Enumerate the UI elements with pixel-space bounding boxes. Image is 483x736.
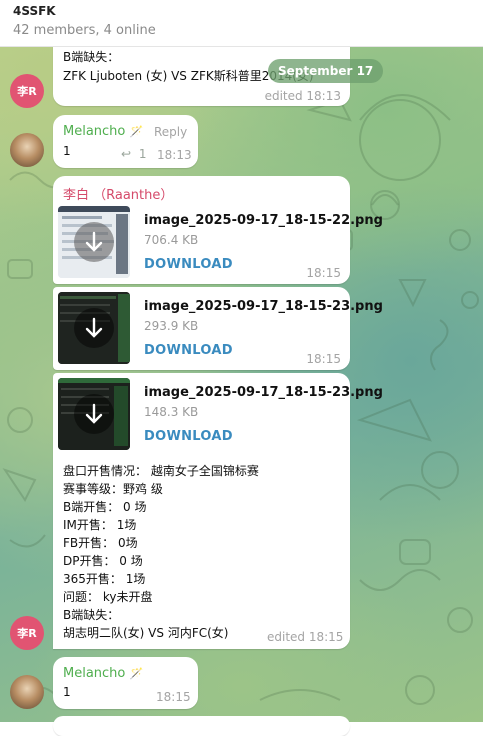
- avatar[interactable]: 李R: [10, 74, 44, 108]
- download-button[interactable]: DOWNLOAD: [144, 429, 233, 444]
- wand-icon: 🪄: [129, 125, 144, 138]
- message-line: FB开售： 0场: [63, 536, 138, 550]
- date-separator: September 17: [268, 59, 384, 83]
- sender-name[interactable]: 李白 （Raanthe）: [63, 184, 173, 203]
- message-text: 1: [63, 144, 71, 158]
- sender-name[interactable]: Melancho 🪄: [63, 666, 143, 681]
- file-name: image_2025-09-17_18-15-23.png: [144, 299, 383, 314]
- chat-title: 4SSFK: [13, 4, 56, 18]
- message-line: B端缺失：: [63, 608, 120, 622]
- message-bubble[interactable]: Melancho 🪄 Reply 1 ↩ 1 18:13: [53, 115, 198, 168]
- file-size: 148.3 KB: [144, 405, 199, 419]
- download-button[interactable]: DOWNLOAD: [144, 343, 233, 358]
- reply-button[interactable]: Reply: [154, 125, 187, 139]
- message-line: 365开售： 1场: [63, 572, 146, 586]
- message-line: IM开售： 1场: [63, 518, 137, 532]
- download-button[interactable]: DOWNLOAD: [144, 257, 233, 272]
- chat-member-status: 42 members, 4 online: [13, 23, 156, 38]
- file-size: 706.4 KB: [144, 233, 199, 247]
- message-line: B端开售： 0 场: [63, 500, 147, 514]
- sender-name[interactable]: Melancho 🪄: [63, 124, 143, 139]
- message-time: edited 18:13: [264, 89, 341, 103]
- avatar[interactable]: [10, 675, 44, 709]
- message-line: DP开售： 0 场: [63, 554, 143, 568]
- message-line: 问题： ky未开盘: [63, 590, 153, 604]
- reply-count[interactable]: ↩ 1: [121, 147, 147, 161]
- image-thumbnail[interactable]: [58, 292, 130, 364]
- reply-arrow-icon: ↩: [121, 147, 132, 161]
- message-line: 赛事等级：野鸡 级: [63, 482, 163, 496]
- message-bubble-partial[interactable]: [53, 716, 350, 736]
- arrow-down-icon: [85, 231, 103, 252]
- message-time: edited 18:15: [267, 630, 344, 644]
- image-thumbnail[interactable]: [58, 206, 130, 278]
- file-name: image_2025-09-17_18-15-23.png: [144, 385, 383, 400]
- message-time: 18:15: [306, 266, 341, 280]
- file-message-bubble[interactable]: 李白 （Raanthe） image_2025-09-17_18-15-22.p…: [53, 176, 383, 284]
- reply-count-value: 1: [138, 147, 147, 161]
- message-time: 18:13: [157, 148, 192, 162]
- download-circle-button[interactable]: [74, 308, 114, 348]
- message-time: 18:15: [306, 352, 341, 366]
- message-time: 18:15: [156, 690, 191, 704]
- avatar[interactable]: [10, 133, 44, 167]
- message-line: 盘口开售情况： 越南女子全国锦标赛: [63, 464, 259, 478]
- download-circle-button[interactable]: [74, 222, 114, 262]
- message-text: 1: [63, 685, 71, 699]
- message-line: B端缺失：: [63, 50, 120, 64]
- file-name: image_2025-09-17_18-15-22.png: [144, 213, 383, 228]
- message-bubble[interactable]: Melancho 🪄 1 18:15: [53, 657, 198, 709]
- chat-header[interactable]: 4SSFK 42 members, 4 online: [0, 0, 483, 47]
- sender-name-text: Melancho: [63, 124, 126, 139]
- avatar[interactable]: 李R: [10, 616, 44, 650]
- file-message-bubble[interactable]: image_2025-09-17_18-15-23.png 293.9 KB D…: [53, 287, 383, 370]
- arrow-down-icon: [85, 317, 103, 338]
- message-line: 胡志明二队(女) VS 河内FC(女): [63, 626, 229, 640]
- wand-icon: 🪄: [129, 667, 144, 680]
- file-size: 293.9 KB: [144, 319, 199, 333]
- image-thumbnail[interactable]: [58, 378, 130, 450]
- download-circle-button[interactable]: [74, 394, 114, 434]
- sender-name-text: Melancho: [63, 666, 126, 681]
- arrow-down-icon: [85, 403, 103, 424]
